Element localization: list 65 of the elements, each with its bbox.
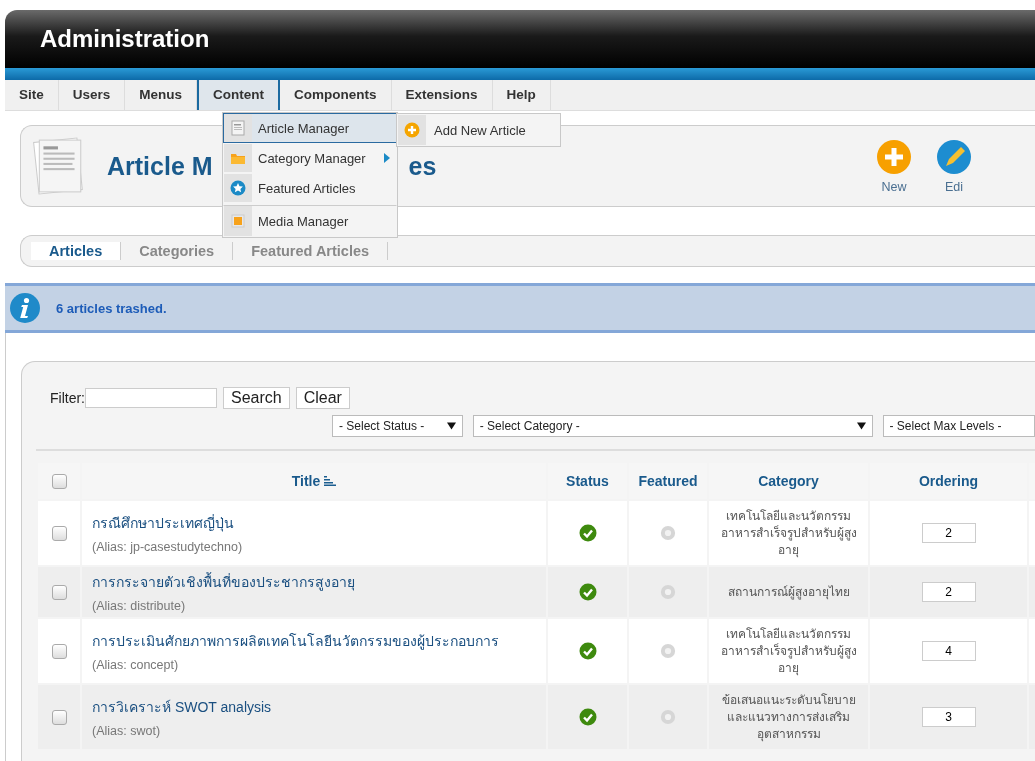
article-title-link[interactable]: กรณีศึกษาประเทศญี่ปุ่น xyxy=(92,512,545,534)
row-checkbox[interactable] xyxy=(51,710,67,726)
row-checkbox[interactable] xyxy=(51,644,67,660)
pencil-icon xyxy=(936,138,972,175)
row-checkbox[interactable] xyxy=(51,585,67,601)
article-title-link[interactable]: การประเมินศักยภาพการผลิตเทคโนโลยีนวัตกรรมของผู้ประกอบการ xyxy=(92,630,545,652)
alias-text: (Alias: swot) xyxy=(92,724,162,738)
filter-button[interactable]: Clear xyxy=(295,387,350,409)
select-dropdown[interactable]: - Select Max Levels - xyxy=(882,415,1035,437)
menu-item[interactable]: Content xyxy=(197,80,281,110)
category-text: เทคโนโลยีและนวัตกรรมอาหารสำเร็จรูปสำหรับผู้สูงอายุ xyxy=(719,507,858,559)
unfeatured-circle-icon[interactable] xyxy=(660,525,676,542)
sort-icon xyxy=(324,476,337,486)
article-title-link[interactable]: การกระจายตัวเชิงพื้นที่ของประชากรสูงอายุ xyxy=(92,571,545,593)
menu-item[interactable]: Help xyxy=(492,80,551,110)
caret-icon xyxy=(446,422,456,430)
ordering-field[interactable]: 2 xyxy=(921,523,976,543)
image-icon xyxy=(230,213,246,229)
menu-item[interactable]: Site xyxy=(5,80,59,110)
filter-field[interactable] xyxy=(85,388,217,408)
unfeatured-circle-icon[interactable] xyxy=(660,584,676,601)
article-title-link[interactable]: การวิเคราะห์ SWOT analysis xyxy=(92,696,545,718)
menu-option[interactable]: Add New Article xyxy=(397,114,560,146)
caret-icon xyxy=(856,422,866,430)
category-text: สถานการณ์ผู้สูงอายุไทย xyxy=(726,583,851,601)
unfeatured-circle-icon[interactable] xyxy=(660,643,676,660)
info-icon xyxy=(9,292,41,324)
add-icon xyxy=(404,122,420,138)
published-check-icon[interactable] xyxy=(578,524,597,542)
menu-option[interactable]: Category Manager xyxy=(223,143,397,173)
page-icon xyxy=(230,120,246,136)
tab[interactable]: Articles xyxy=(31,242,122,260)
filter-label: Filter: xyxy=(50,390,85,406)
menu-item[interactable]: Users xyxy=(58,80,126,110)
category-text: ข้อเสนอแนะระดับนโยบายและแนวทางการส่งเสริมอุตสาหกรรม xyxy=(720,691,857,743)
published-check-icon[interactable] xyxy=(578,583,597,601)
select-all-checkbox[interactable] xyxy=(51,474,67,490)
article-icon xyxy=(33,137,85,195)
menu-item[interactable]: Components xyxy=(280,80,392,110)
unfeatured-circle-icon[interactable] xyxy=(660,709,676,726)
alias-text: (Alias: concept) xyxy=(92,658,180,672)
add-icon xyxy=(876,138,912,175)
message-text: 6 articles trashed. xyxy=(56,300,167,316)
toolbar-button[interactable]: New xyxy=(871,138,917,194)
row-checkbox[interactable] xyxy=(51,526,67,542)
menu-option[interactable]: Featured Articles xyxy=(223,173,397,203)
published-check-icon[interactable] xyxy=(578,708,597,726)
star-icon xyxy=(230,180,246,196)
menu-option[interactable]: Article Manager xyxy=(223,113,397,143)
ordering-field[interactable]: 4 xyxy=(921,641,976,661)
ordering-field[interactable]: 3 xyxy=(921,707,976,727)
filter-button[interactable]: Search xyxy=(223,387,290,409)
select-dropdown[interactable]: - Select Status - xyxy=(332,415,463,437)
alias-text: (Alias: jp-casestudytechno) xyxy=(92,540,244,554)
app-title: Administration xyxy=(40,25,210,53)
ordering-field[interactable]: 2 xyxy=(921,582,976,602)
category-text: เทคโนโลยีและนวัตกรรมอาหารสำเร็จรูปสำหรับผู้สูงอายุ xyxy=(719,625,858,677)
menu-item[interactable]: Extensions xyxy=(391,80,493,110)
page-title: Article M xyxy=(107,151,213,181)
menu-option[interactable]: Media Manager xyxy=(223,205,397,237)
select-dropdown[interactable]: - Select Category - xyxy=(472,415,873,437)
published-check-icon[interactable] xyxy=(578,642,597,660)
page-title: es xyxy=(408,151,437,181)
alias-text: (Alias: distribute) xyxy=(92,599,187,613)
toolbar-button[interactable]: Edi xyxy=(931,138,977,194)
